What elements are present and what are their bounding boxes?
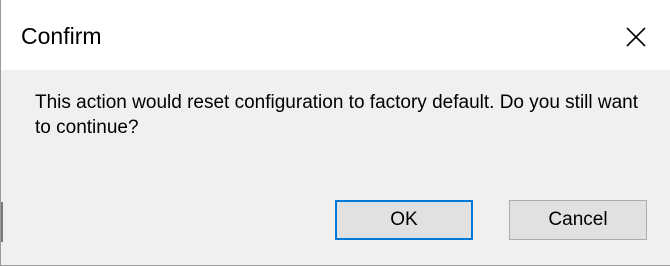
ok-button[interactable]: OK	[335, 200, 473, 240]
close-button[interactable]	[617, 18, 655, 56]
dialog-message: This action would reset configuration to…	[35, 92, 639, 138]
cancel-button[interactable]: Cancel	[509, 200, 647, 240]
dialog-title: Confirm	[21, 23, 102, 49]
window-edge-divider	[1, 202, 3, 242]
confirm-dialog: Confirm This action would reset configur…	[0, 0, 670, 266]
title-bar[interactable]: Confirm	[1, 0, 670, 70]
close-icon	[626, 27, 646, 47]
